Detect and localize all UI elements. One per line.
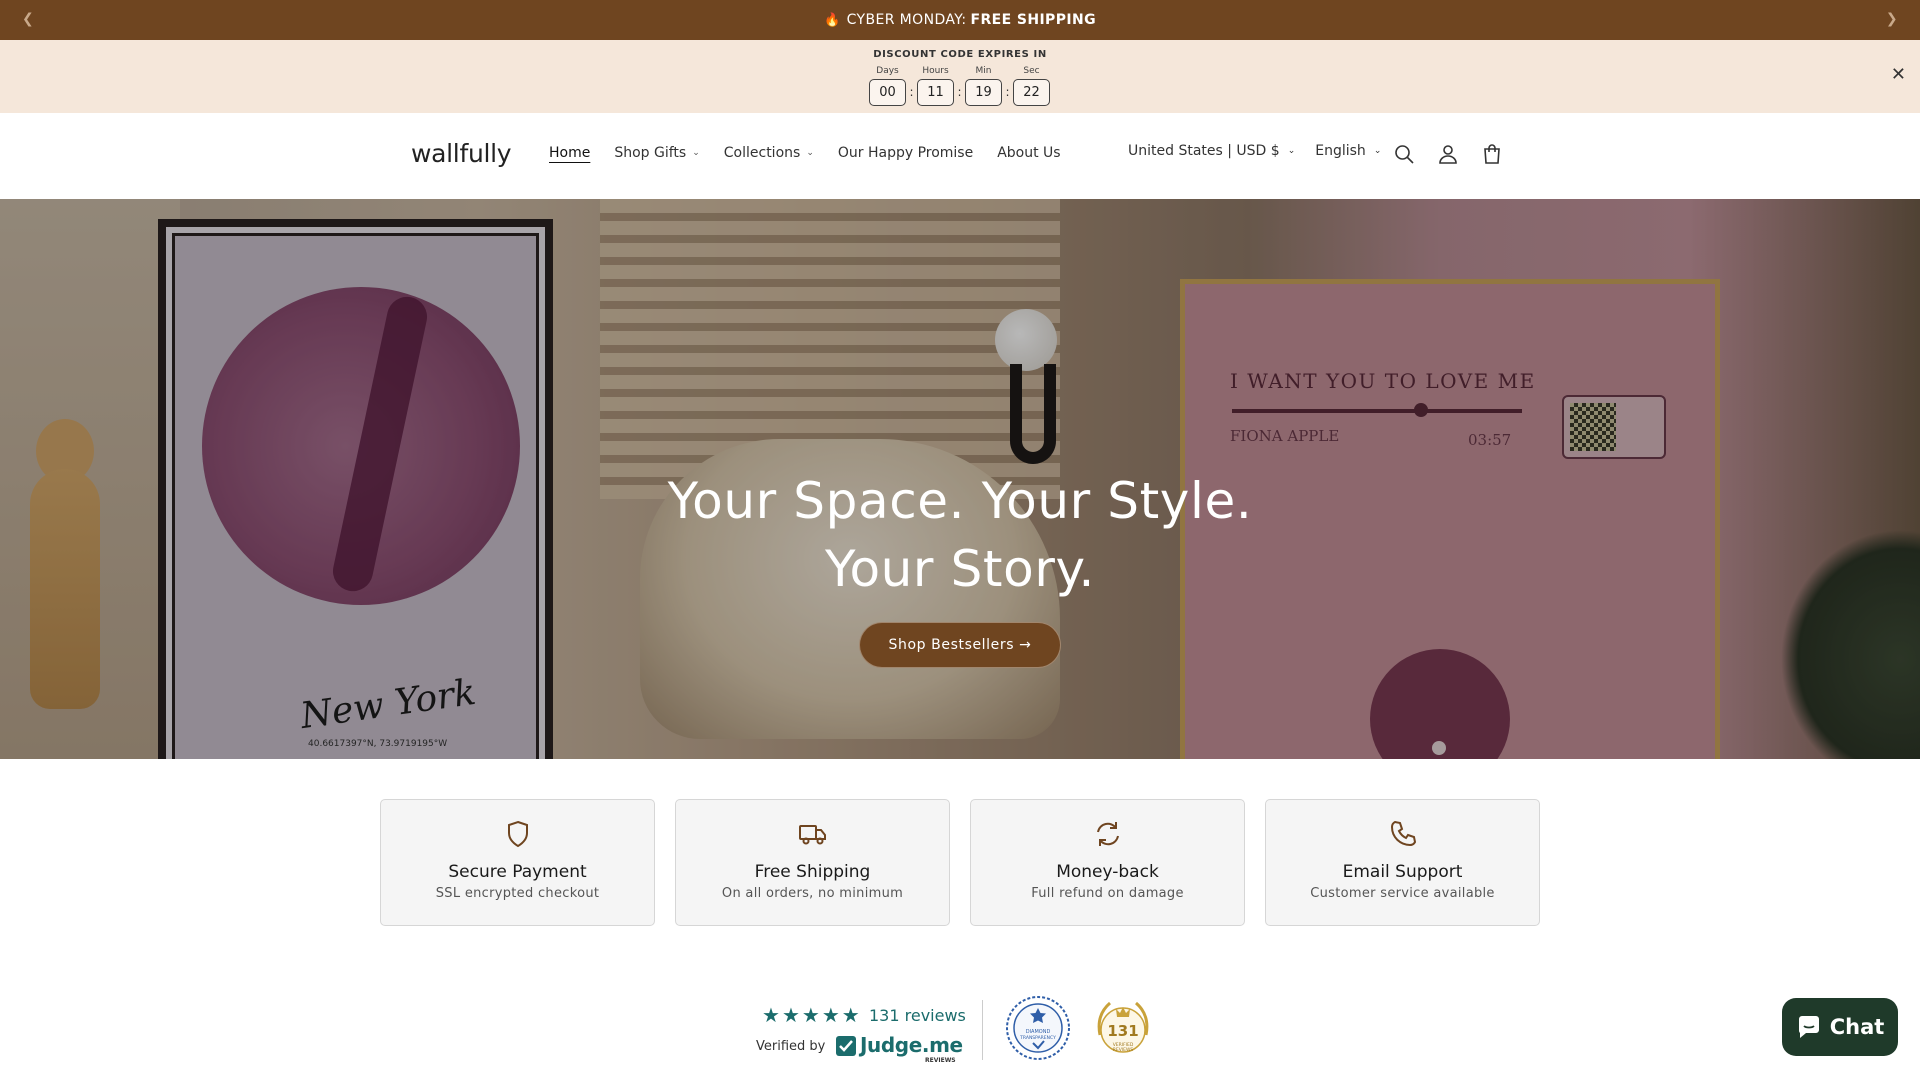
countdown-label: Min <box>975 66 992 76</box>
feature-subtitle: SSL encrypted checkout <box>435 886 600 901</box>
hero-headline: Your Space. Your Style. Your Story. <box>560 467 1360 603</box>
chevron-down-icon: ⌄ <box>692 148 700 158</box>
countdown-hours: Hours 11 <box>916 63 955 106</box>
announcement-prefix: CYBER MONDAY: <box>846 12 967 28</box>
nav-collections[interactable]: Collections ⌄ <box>724 145 814 161</box>
countdown-value: 22 <box>1013 79 1050 106</box>
svg-text:TRANSPARENCY: TRANSPARENCY <box>1019 1035 1056 1041</box>
feature-secure-payment: Secure Payment SSL encrypted checkout <box>380 799 655 926</box>
countdown-value: 00 <box>869 79 906 106</box>
countdown-label: Hours <box>922 66 949 76</box>
site-logo[interactable]: wallfully <box>411 139 512 168</box>
chevron-down-icon: ⌄ <box>1373 146 1382 156</box>
verified-reviews-badge: 131 VERIFIED REVIEWS <box>1097 1001 1149 1053</box>
close-icon[interactable]: ✕ <box>1891 64 1906 85</box>
nav-label: Shop Gifts <box>614 145 687 161</box>
nav-label: Collections <box>723 145 801 161</box>
diamond-transparency-badge: DIAMOND TRANSPARENCY <box>1006 996 1070 1060</box>
nav-label: Home <box>549 145 591 161</box>
shield-icon <box>507 820 528 848</box>
star-icon: ★ <box>841 1003 860 1027</box>
truck-icon <box>798 825 826 845</box>
feature-subtitle: Full refund on damage <box>1031 886 1184 901</box>
judgeme-check-icon <box>836 1036 856 1056</box>
feature-money-back: Money-back Full refund on damage <box>970 799 1245 926</box>
search-icon[interactable] <box>1392 142 1416 166</box>
feature-free-shipping: Free Shipping On all orders, no minimum <box>675 799 950 926</box>
phone-icon <box>1390 820 1416 847</box>
countdown-value: 19 <box>965 79 1002 106</box>
language-selector[interactable]: English ⌄ <box>1315 143 1381 159</box>
reviews-divider <box>982 1000 983 1060</box>
shop-bestsellers-button[interactable]: Shop Bestsellers → <box>859 622 1061 668</box>
feature-title: Money-back <box>1056 862 1159 882</box>
announcement-highlight: FREE SHIPPING <box>970 12 1096 28</box>
header-icons <box>1392 142 1504 166</box>
chevron-right-icon[interactable]: ❯ <box>1886 11 1898 27</box>
countdown-separator: : <box>909 85 914 99</box>
countdown-days: Days 00 <box>868 63 907 106</box>
chat-button[interactable]: Chat <box>1782 998 1898 1056</box>
nav-label: Our Happy Promise <box>837 145 974 161</box>
feature-title: Secure Payment <box>448 862 587 882</box>
countdown-separator: : <box>1005 85 1010 99</box>
countdown-banner: DISCOUNT CODE EXPIRES IN Days 00 : Hours… <box>0 40 1920 113</box>
star-icon: ★ <box>781 1003 800 1027</box>
hero-headline-line2: Your Story. <box>824 540 1096 598</box>
countdown-label: Days <box>876 66 899 76</box>
reviews-widget[interactable]: ★ ★ ★ ★ ★ 131 reviews Verified by Judge.… <box>755 995 1175 1070</box>
chat-label: Chat <box>1829 1015 1885 1039</box>
hero-headline-line1: Your Space. Your Style. <box>667 472 1253 530</box>
countdown-seconds: Sec 22 <box>1012 63 1051 106</box>
nav-happy-promise[interactable]: Our Happy Promise <box>838 145 973 161</box>
feature-title: Free Shipping <box>754 862 871 882</box>
site-header: wallfully Home Shop Gifts ⌄ Collections ⌄ … <box>0 113 1920 199</box>
feature-subtitle: Customer service available <box>1310 886 1495 901</box>
fire-icon: 🔥 <box>823 12 841 28</box>
feature-subtitle: On all orders, no minimum <box>721 886 904 901</box>
star-rating: ★ ★ ★ ★ ★ <box>762 1005 860 1025</box>
verified-by-label: Verified by <box>756 1039 826 1054</box>
hero-banner: New York 40.6617397°N, 73.9719195°W I WA… <box>0 199 1920 759</box>
countdown-value: 11 <box>917 79 954 106</box>
judgeme-sub: REVIEWS <box>925 1057 956 1064</box>
localization: United States | USD $ ⌄ English ⌄ <box>1128 143 1381 159</box>
country-label: United States | USD $ <box>1128 143 1280 159</box>
nav-home[interactable]: Home <box>549 145 590 161</box>
main-nav: Home Shop Gifts ⌄ Collections ⌄ Our Happy … <box>549 145 1061 161</box>
chevron-down-icon: ⌄ <box>806 148 814 158</box>
countdown-minutes: Min 19 <box>964 63 1003 106</box>
feature-title: Email Support <box>1342 862 1463 882</box>
nav-shop-gifts[interactable]: Shop Gifts ⌄ <box>614 145 699 161</box>
judgeme-logo: Judge.me <box>860 1033 963 1057</box>
nav-label: About Us <box>997 145 1061 161</box>
chat-bubble-icon <box>1798 1016 1819 1038</box>
star-icon: ★ <box>762 1003 780 1027</box>
feature-cards: Secure Payment SSL encrypted checkout Fr… <box>380 799 1540 926</box>
account-icon[interactable] <box>1436 142 1460 166</box>
countdown-timer: Days 00 : Hours 11 : Min 19 : Sec 22 <box>868 63 1051 106</box>
refresh-icon <box>1096 822 1119 846</box>
star-icon: ★ <box>821 1003 840 1027</box>
country-selector[interactable]: United States | USD $ ⌄ <box>1128 143 1295 159</box>
chevron-left-icon[interactable]: ❮ <box>22 11 34 27</box>
review-count[interactable]: 131 reviews <box>869 1006 966 1025</box>
cart-icon[interactable] <box>1480 142 1504 166</box>
nav-about-us[interactable]: About Us <box>997 145 1060 161</box>
countdown-title: DISCOUNT CODE EXPIRES IN <box>873 49 1047 60</box>
svg-text:REVIEWS: REVIEWS <box>1113 1047 1134 1053</box>
announcement-bar: ❮ 🔥 CYBER MONDAY: FREE SHIPPING ❯ <box>0 0 1920 40</box>
chevron-down-icon: ⌄ <box>1287 146 1296 156</box>
feature-email-support: Email Support Customer service available <box>1265 799 1540 926</box>
countdown-separator: : <box>957 85 962 99</box>
countdown-label: Sec <box>1023 66 1040 76</box>
language-label: English <box>1315 143 1366 159</box>
svg-text:DIAMOND: DIAMOND <box>1026 1029 1051 1035</box>
star-icon: ★ <box>801 1003 820 1027</box>
badge-count: 131 <box>1107 1022 1138 1040</box>
